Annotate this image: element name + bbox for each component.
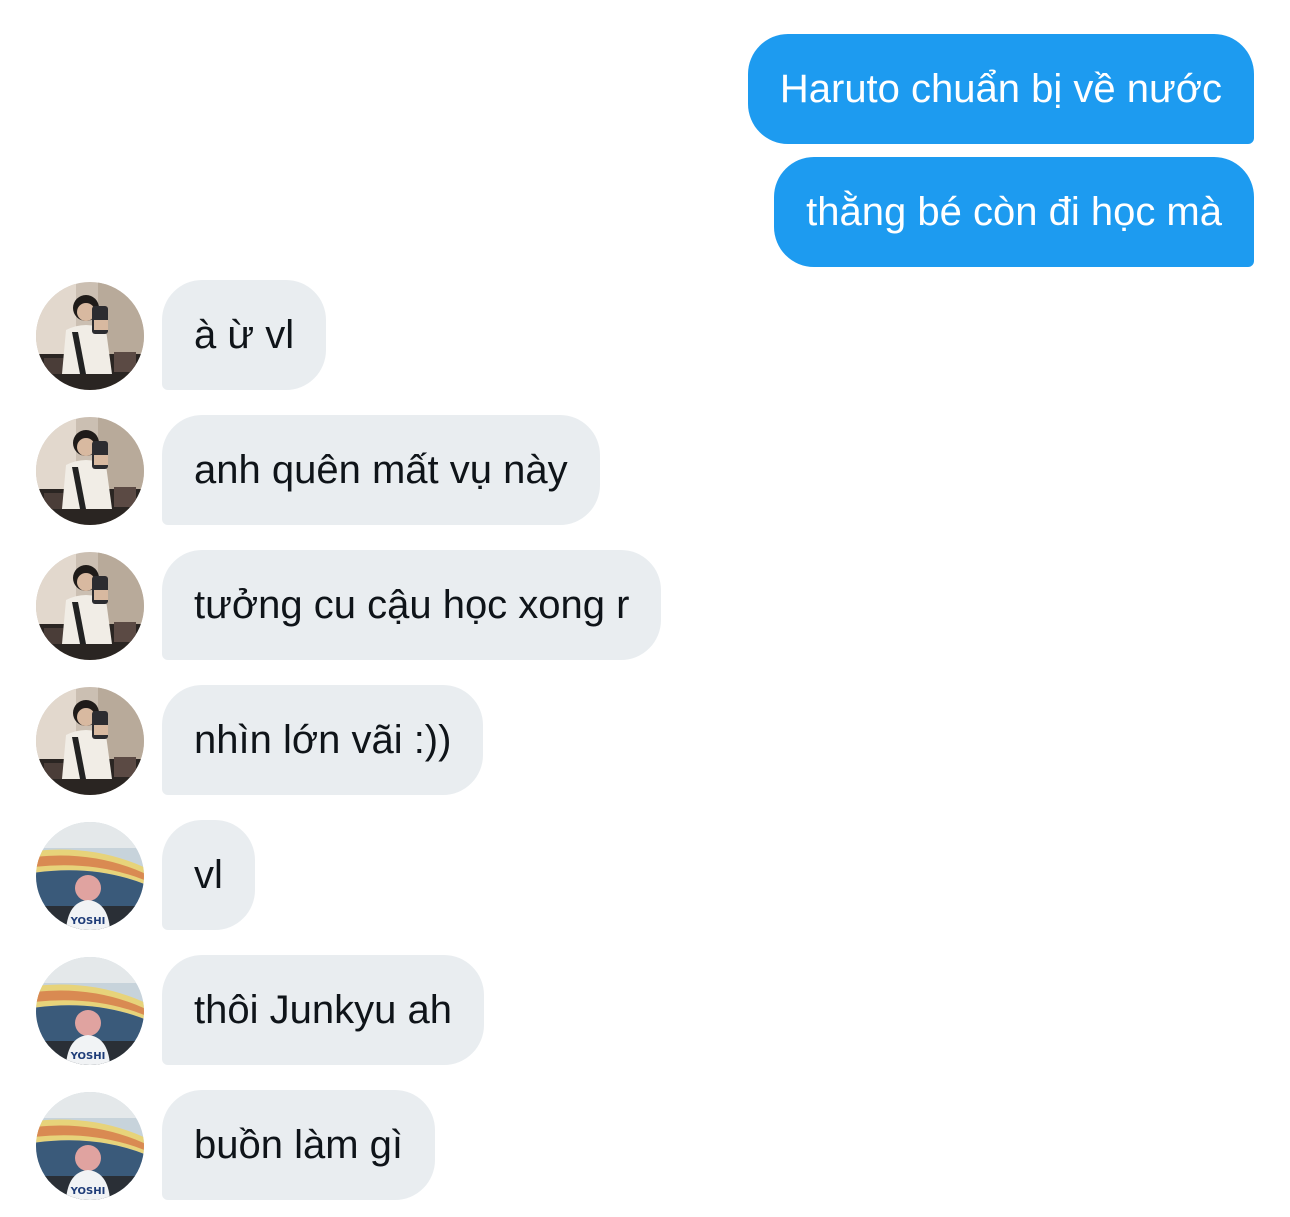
mirror-selfie-avatar-icon: [36, 417, 144, 525]
message-bubble-outgoing[interactable]: Haruto chuẩn bị về nước: [747, 34, 1254, 144]
stadium-photo-avatar-icon: YOSHI: [36, 957, 144, 1065]
message-text: vl: [194, 853, 223, 897]
avatar-contact-b[interactable]: YOSHI: [36, 822, 144, 930]
message-bubble-incoming[interactable]: tưởng cu cậu học xong r: [162, 550, 662, 660]
shirt-text: YOSHI: [70, 916, 106, 927]
message-text: à ừ vl: [194, 313, 295, 357]
avatar-contact-a[interactable]: [36, 282, 144, 390]
message-text: anh quên mất vụ này: [194, 448, 568, 492]
message-bubble-outgoing[interactable]: thằng bé còn đi học mà: [774, 157, 1254, 267]
shirt-text: YOSHI: [70, 1051, 106, 1062]
stadium-photo-avatar-icon: YOSHI: [36, 1092, 144, 1200]
mirror-selfie-avatar-icon: [36, 282, 144, 390]
message-bubble-incoming[interactable]: anh quên mất vụ này: [162, 415, 600, 525]
avatar-contact-b[interactable]: YOSHI: [36, 957, 144, 1065]
avatar-contact-a[interactable]: [36, 417, 144, 525]
avatar-contact-a[interactable]: [36, 687, 144, 795]
message-bubble-incoming[interactable]: buồn làm gì: [162, 1090, 436, 1200]
mirror-selfie-avatar-icon: [36, 552, 144, 660]
shirt-text: YOSHI: [70, 1186, 106, 1197]
message-bubble-incoming[interactable]: à ừ vl: [162, 280, 327, 390]
avatar-contact-b[interactable]: YOSHI: [36, 1092, 144, 1200]
avatar-contact-a[interactable]: [36, 552, 144, 660]
message-text: thôi Junkyu ah: [194, 988, 452, 1032]
message-text: thằng bé còn đi học mà: [806, 190, 1222, 234]
message-text: Haruto chuẩn bị về nước: [779, 67, 1222, 111]
mirror-selfie-avatar-icon: [36, 687, 144, 795]
stadium-photo-avatar-icon: YOSHI: [36, 822, 144, 930]
message-bubble-incoming[interactable]: vl: [162, 820, 255, 930]
message-bubble-incoming[interactable]: thôi Junkyu ah: [162, 955, 484, 1065]
message-text: nhìn lớn vãi :)): [194, 718, 452, 762]
message-bubble-incoming[interactable]: nhìn lớn vãi :)): [162, 685, 484, 795]
message-text: buồn làm gì: [194, 1123, 404, 1167]
message-text: tưởng cu cậu học xong r: [194, 583, 630, 627]
